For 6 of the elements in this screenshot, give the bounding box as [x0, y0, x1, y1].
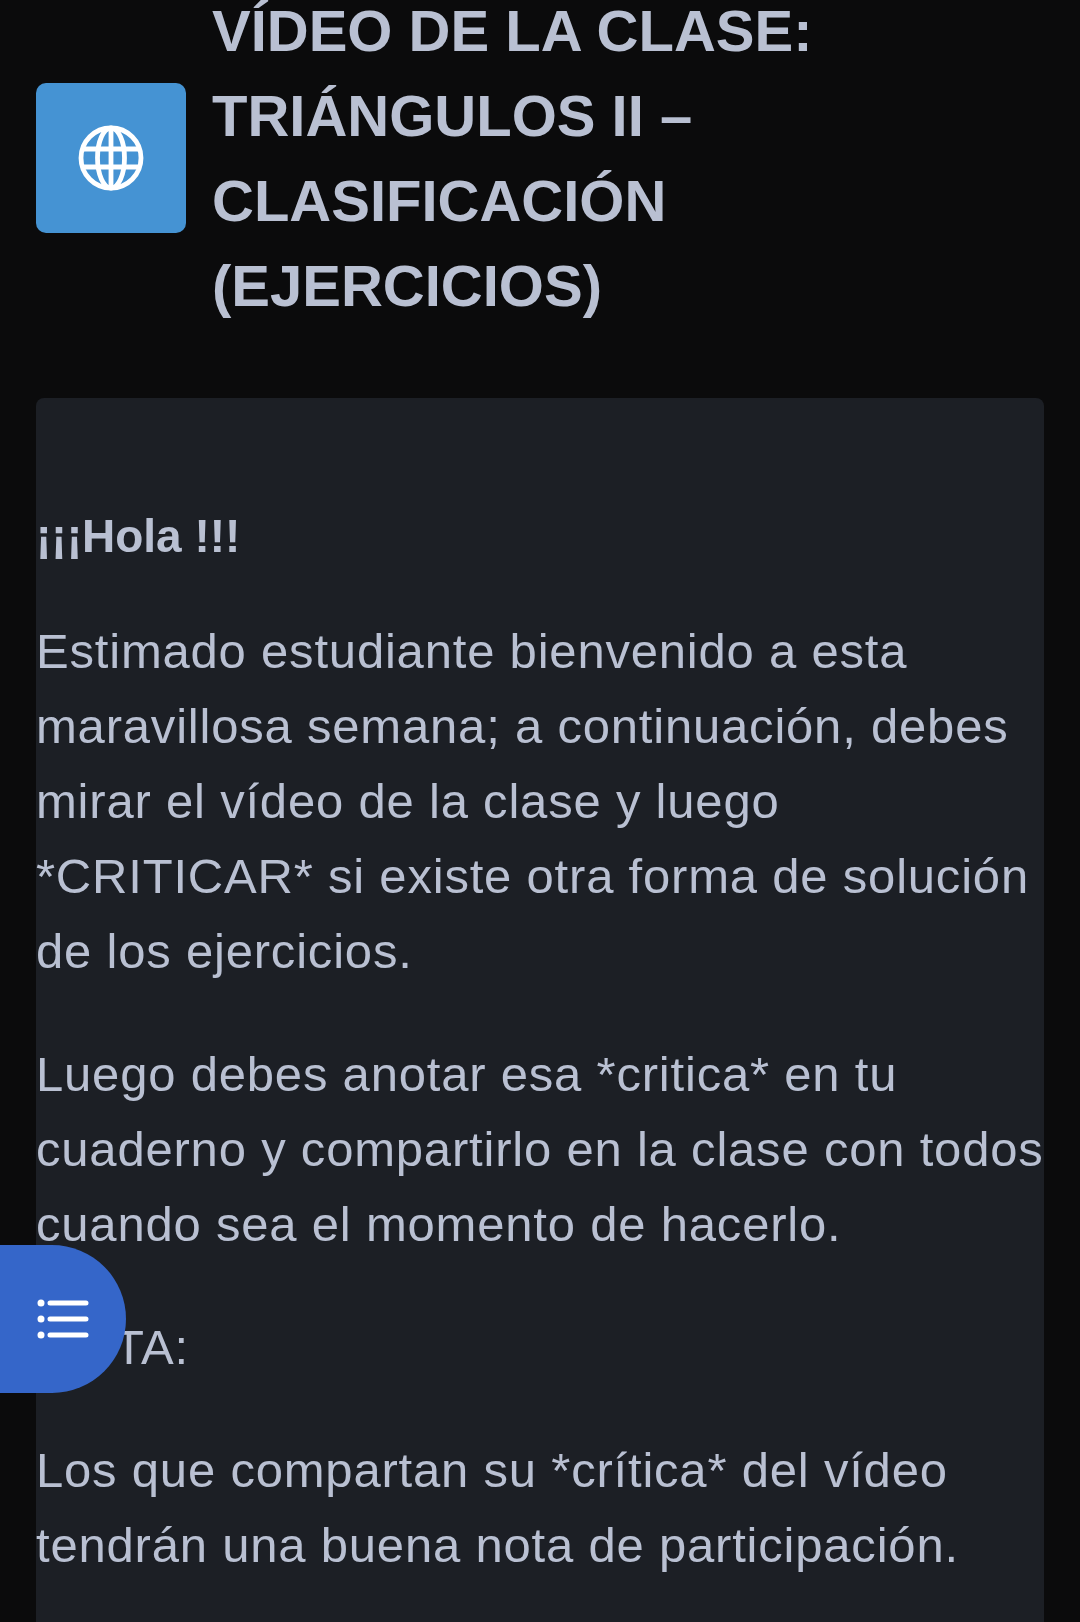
- greeting-text: ¡¡¡Hola !!!: [36, 509, 242, 564]
- page-title: VÍDEO DE LA CLASE: TRIÁNGULOS II – CLASIFICACIÓN (EJERCICIOS): [212, 0, 814, 320]
- body-paragraph: Estimado estudiante bienvenido a esta maravillosa semana; a continuación, debes mirar el vídeo de la clase y luego *CRITICAR* si existe otra forma de solución de los ejercicios.: [36, 623, 1030, 980]
- body-paragraph: Luego debes anotar esa *critica* en tu cuaderno y compartirlo en la clase con todos cuando sea el momento de hacerlo.: [36, 1046, 1044, 1253]
- list-icon: [37, 1299, 89, 1339]
- note-paragraph: Los que compartan su *crítica* del vídeo tendrán una buena nota de participación.: [36, 1442, 960, 1574]
